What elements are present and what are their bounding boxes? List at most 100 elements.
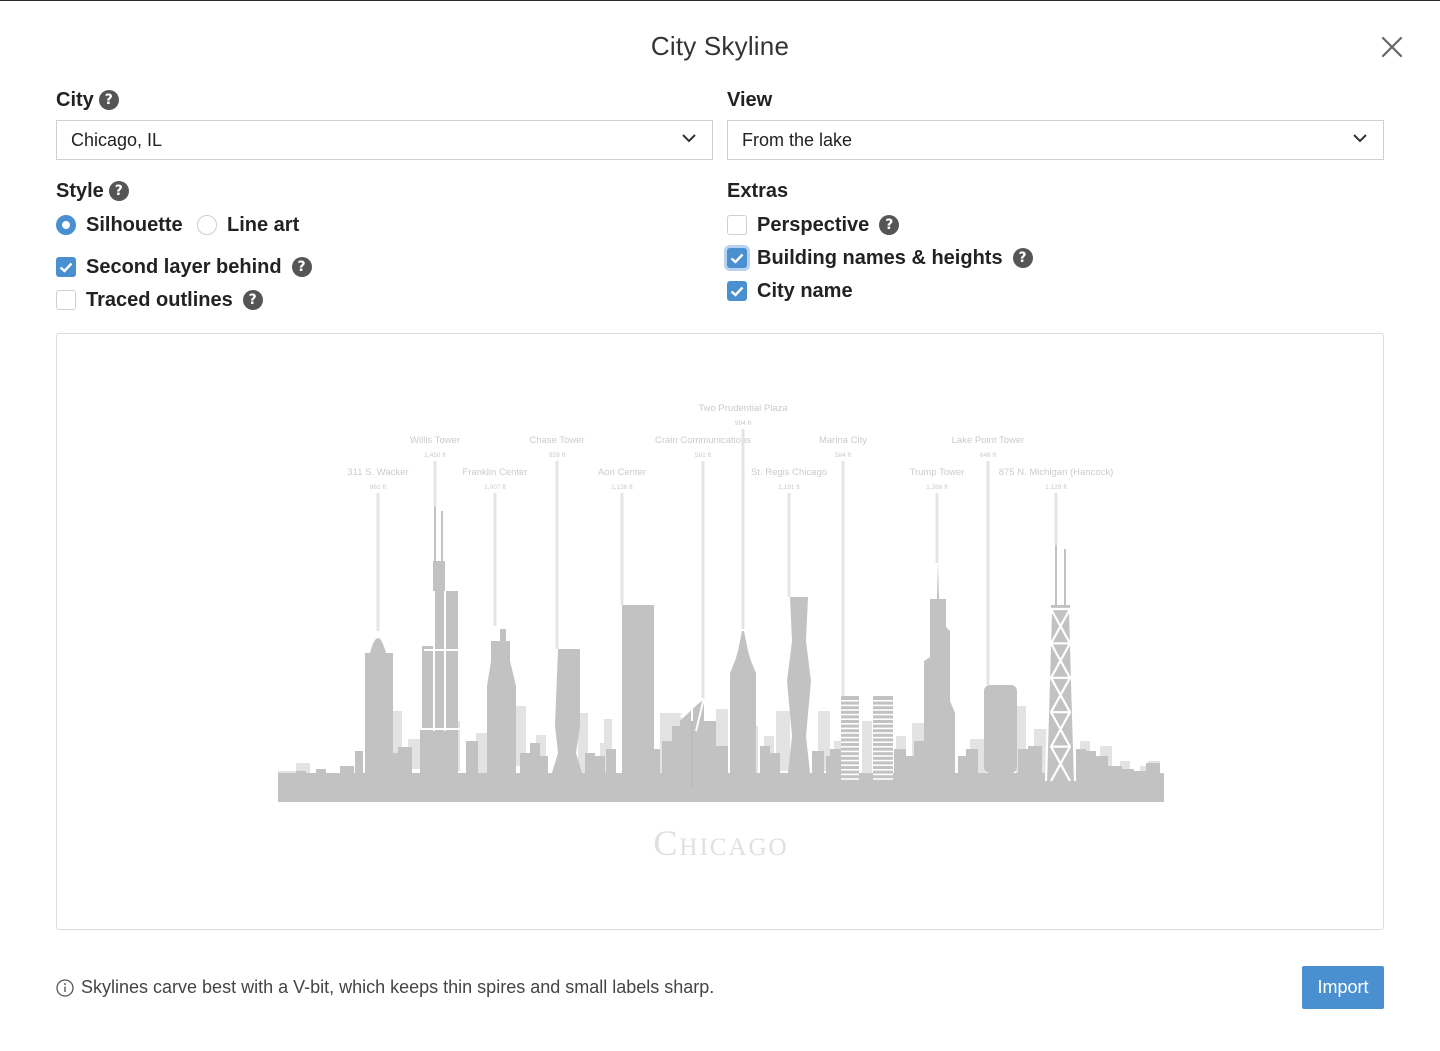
close-button[interactable] — [1377, 32, 1407, 62]
second-layer-label: Second layer behind — [86, 255, 282, 278]
building-name-label: Crain Communications — [655, 435, 751, 446]
low-building — [1018, 749, 1028, 773]
city-name-option[interactable]: City name — [727, 278, 853, 304]
city-caption: Chicago — [653, 823, 788, 863]
marina-city-balcony-line — [873, 704, 893, 707]
style-option-silhouette[interactable]: Silhouette — [56, 212, 183, 238]
low-building — [530, 743, 540, 773]
second-layer-help-icon[interactable]: ? — [291, 257, 312, 277]
marina-city-balcony-line — [841, 759, 859, 762]
city-help-icon[interactable]: ? — [98, 90, 119, 110]
building-aon-center — [622, 605, 654, 773]
marina-city-balcony-line — [873, 700, 893, 702]
style-label: Style — [56, 179, 104, 202]
building-311-s-wacker — [365, 653, 393, 773]
low-building — [1122, 769, 1134, 775]
low-building — [662, 741, 672, 773]
skyline-graphic: 311 S. Wacker 961 ft Willis Tower 1,450 ft F… — [278, 403, 1164, 863]
perspective-option[interactable]: Perspective ? — [727, 212, 900, 238]
traced-outlines-help-icon[interactable]: ? — [242, 290, 263, 310]
willis-tower-detail-line — [420, 728, 460, 730]
import-button[interactable]: Import — [1302, 966, 1384, 1009]
second-layer-option[interactable]: Second layer behind ? — [56, 254, 312, 280]
marina-city-balcony-line — [873, 778, 893, 780]
marina-city-balcony-line — [873, 755, 893, 757]
marina-city-balcony-line — [873, 723, 893, 725]
willis-tower-detail-line — [433, 591, 435, 731]
building-lake-point-tower — [984, 685, 1017, 773]
building-trump-tower — [924, 561, 955, 773]
marina-city-balcony-line — [841, 764, 859, 766]
low-building — [585, 753, 595, 773]
marina-city-balcony-line — [873, 713, 893, 716]
building-name-label: Marina City — [819, 435, 867, 446]
traced-outlines-label: Traced outlines — [86, 288, 233, 311]
building-willis-tower — [446, 591, 458, 731]
city-label: City — [56, 88, 94, 111]
style-label-row: Style ? — [56, 178, 129, 204]
marina-city-balcony-line — [873, 773, 893, 776]
building-names-label: Building names & heights — [757, 246, 1003, 269]
perspective-checkbox[interactable] — [727, 215, 747, 235]
low-building — [770, 753, 780, 773]
city-select-value: Chicago, IL — [71, 129, 163, 150]
marina-city-balcony-line — [873, 759, 893, 762]
low-building — [340, 766, 354, 776]
info-icon — [56, 978, 74, 997]
willis-tower-detail-line — [444, 591, 446, 731]
low-building — [716, 746, 728, 773]
low-building — [398, 747, 412, 773]
traced-outlines-option[interactable]: Traced outlines ? — [56, 287, 263, 313]
building-311-s-wacker-crown — [370, 638, 386, 653]
line-art-radio[interactable] — [197, 215, 217, 235]
extras-label-row: Extras — [727, 178, 788, 204]
silhouette-label: Silhouette — [86, 213, 183, 236]
low-building — [280, 776, 294, 786]
marina-city-balcony-line — [841, 769, 859, 771]
marina-city-balcony-line — [841, 723, 859, 725]
building-name-label: Two Prudential Plaza — [698, 403, 788, 414]
second-layer-checkbox[interactable] — [56, 257, 76, 277]
marina-city-balcony-line — [841, 778, 859, 780]
city-select[interactable]: Chicago, IL — [56, 120, 713, 160]
marina-city-balcony-line — [873, 746, 893, 748]
foreground-building-layer — [278, 507, 1164, 802]
low-building — [305, 776, 315, 786]
building-name-label: Chase Tower — [529, 435, 584, 446]
building-name-label: Lake Point Tower — [952, 435, 1025, 446]
building-name-label: 875 N. Michigan (Hancock) — [999, 467, 1114, 478]
view-label-row: View — [727, 87, 772, 113]
building-names-option[interactable]: Building names & heights ? — [727, 245, 1033, 271]
low-building — [1146, 763, 1160, 773]
perspective-help-icon[interactable]: ? — [879, 215, 900, 235]
city-name-checkbox[interactable] — [727, 281, 747, 301]
extras-label: Extras — [727, 179, 789, 202]
building-names-help-icon[interactable]: ? — [1012, 248, 1033, 268]
marina-city-balcony-line — [841, 736, 859, 739]
low-building — [606, 749, 616, 773]
low-building — [914, 741, 924, 773]
checkmark-icon — [59, 262, 73, 273]
marina-city-balcony-line — [873, 718, 893, 720]
low-building — [966, 749, 978, 773]
marina-city-balcony-line — [841, 700, 859, 702]
building-franklin-center — [487, 629, 516, 773]
marina-city-balcony-line — [873, 727, 893, 730]
checkmark-icon — [730, 286, 744, 297]
building-height-label: 581 ft — [695, 452, 711, 459]
view-select[interactable]: From the lake — [727, 120, 1384, 160]
traced-outlines-checkbox[interactable] — [56, 290, 76, 310]
low-building — [296, 771, 306, 781]
building-height-label: 1,191 ft — [778, 484, 800, 491]
building-name-label: Aon Center — [598, 467, 646, 478]
low-building — [1076, 749, 1086, 773]
marina-city-balcony-line — [841, 709, 859, 711]
low-building — [1096, 756, 1108, 773]
marina-city-balcony-line — [841, 713, 859, 716]
silhouette-radio[interactable] — [56, 215, 76, 235]
style-option-line-art[interactable]: Line art — [197, 212, 299, 238]
building-height-label: 584 ft — [835, 452, 851, 459]
low-building — [830, 749, 842, 773]
building-names-checkbox[interactable] — [727, 248, 747, 268]
style-help-icon[interactable]: ? — [108, 181, 129, 201]
